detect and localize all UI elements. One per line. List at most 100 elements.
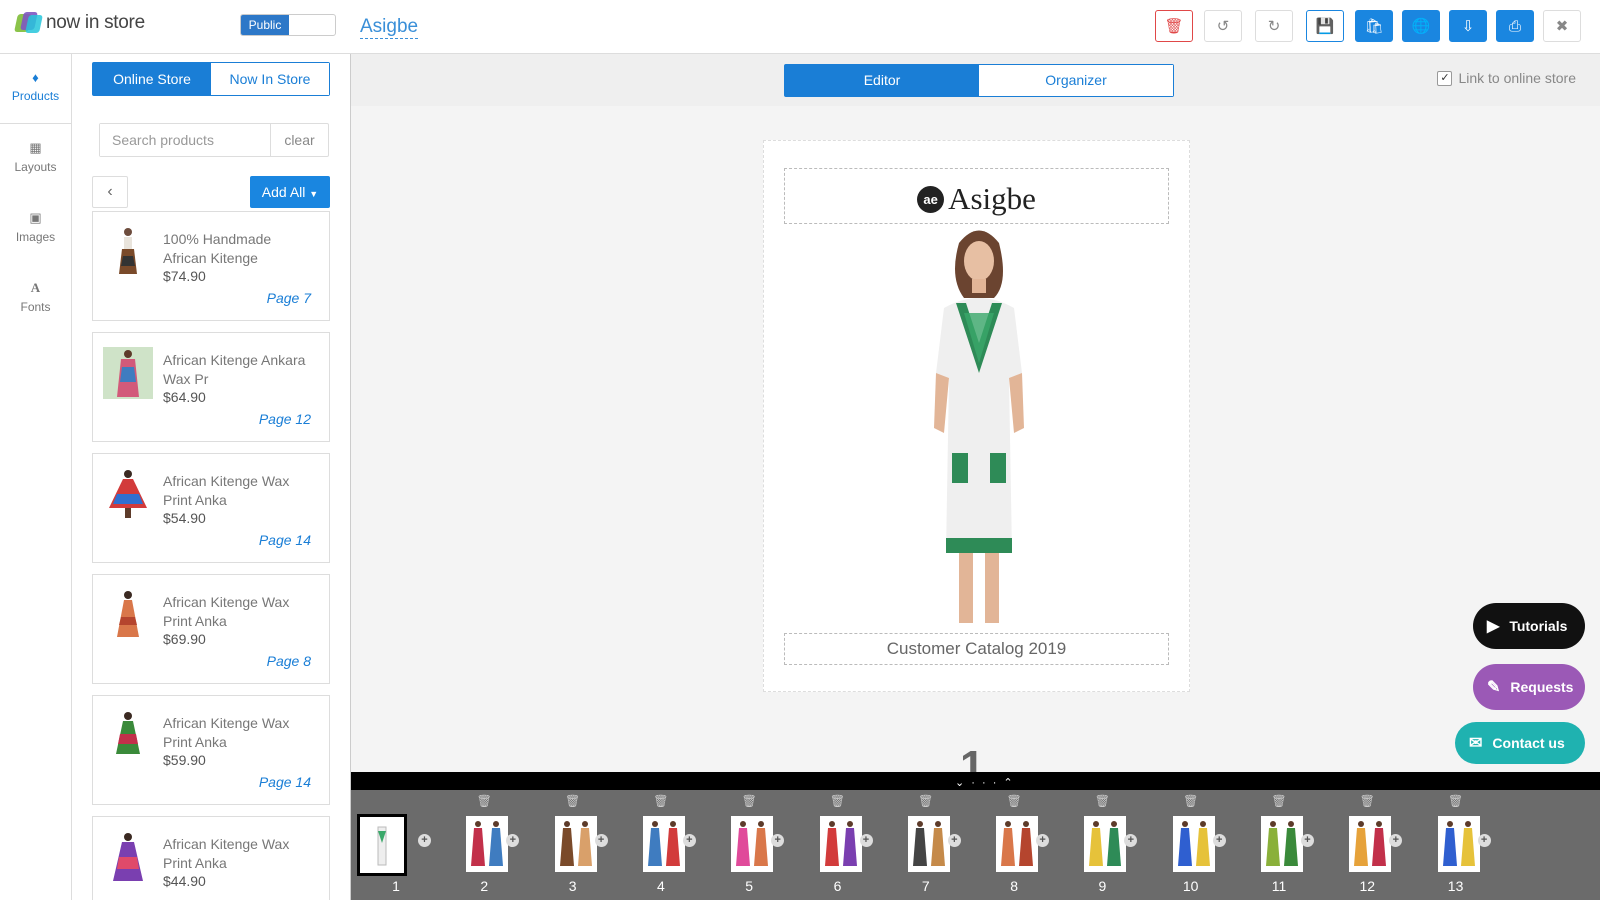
- back-button[interactable]: ‹: [92, 176, 128, 208]
- link-to-store-option[interactable]: ✓ Link to online store: [1437, 70, 1576, 86]
- page-thumbnail[interactable]: 🗑 +9: [1057, 790, 1147, 900]
- page-thumbnail[interactable]: 🗑 +8: [969, 790, 1059, 900]
- resize-handle-icon[interactable]: ⌄ · · · ⌃: [955, 776, 1015, 789]
- page-thumbnail[interactable]: 🗑 +5: [704, 790, 794, 900]
- search-input[interactable]: [100, 124, 270, 156]
- page-thumbnail[interactable]: 🗑 +13: [1411, 790, 1501, 900]
- document-title[interactable]: Asigbe: [360, 16, 419, 39]
- page-thumbnail-image[interactable]: [1437, 816, 1480, 872]
- product-page-link[interactable]: Page 14: [259, 774, 311, 790]
- add-page-icon[interactable]: +: [1212, 834, 1226, 847]
- tab-editor[interactable]: Editor: [785, 65, 979, 96]
- page-thumbnail-image[interactable]: [1172, 816, 1215, 872]
- add-page-icon[interactable]: +: [947, 834, 961, 847]
- close-button[interactable]: ✖: [1543, 10, 1581, 42]
- add-page-icon[interactable]: +: [506, 834, 520, 847]
- trash-icon[interactable]: 🗑: [1057, 794, 1147, 808]
- requests-button[interactable]: ✎ Requests: [1473, 664, 1585, 710]
- page-thumbnail-image[interactable]: [357, 814, 407, 876]
- tab-now-in-store[interactable]: Now In Store: [211, 63, 329, 95]
- page-thumbnail-image[interactable]: [642, 816, 685, 872]
- hero-model-image[interactable]: [904, 223, 1054, 623]
- trash-icon[interactable]: 🗑: [793, 794, 883, 808]
- product-page-link[interactable]: Page 12: [259, 411, 311, 427]
- add-page-icon[interactable]: +: [1301, 834, 1314, 847]
- add-page-icon[interactable]: +: [1389, 834, 1403, 847]
- editor-toolbar: Editor Organizer ✓ Link to online store: [351, 54, 1600, 106]
- add-page-icon[interactable]: +: [771, 834, 785, 847]
- add-page-icon[interactable]: +: [594, 834, 608, 847]
- page-thumbnail[interactable]: 🗑 +12: [1322, 790, 1412, 900]
- page-thumbnail[interactable]: 🗑 +3: [528, 790, 618, 900]
- rail-layouts[interactable]: ▦ Layouts: [0, 124, 71, 194]
- page-thumbnail-image[interactable]: [731, 816, 774, 872]
- page-thumbnail-image[interactable]: [819, 816, 862, 872]
- trash-icon[interactable]: 🗑: [616, 794, 706, 808]
- trash-icon[interactable]: 🗑: [439, 794, 529, 808]
- add-page-icon[interactable]: +: [1477, 834, 1491, 847]
- undo-button[interactable]: ↺: [1204, 10, 1242, 42]
- page-thumbnail[interactable]: 🗑 +6: [793, 790, 883, 900]
- page-thumbnail[interactable]: 🗑 +2: [439, 790, 529, 900]
- product-card[interactable]: 100% Handmade African Kitenge $74.90 Pag…: [92, 211, 330, 321]
- delete-button[interactable]: 🗑: [1155, 10, 1193, 42]
- tab-organizer[interactable]: Organizer: [979, 65, 1173, 96]
- page-thumbnail-image[interactable]: [1084, 816, 1127, 872]
- page-thumbnail[interactable]: 🗑 +11: [1234, 790, 1324, 900]
- trash-icon[interactable]: 🗑: [1322, 794, 1412, 808]
- tab-online-store[interactable]: Online Store: [93, 63, 211, 95]
- thumbnail-figures: [471, 821, 504, 866]
- product-page-link[interactable]: Page 8: [267, 653, 311, 669]
- trash-icon[interactable]: 🗑: [1411, 794, 1501, 808]
- link-store-checkbox[interactable]: ✓: [1437, 70, 1453, 86]
- page-thumbnail-image[interactable]: [554, 816, 597, 872]
- add-page-icon[interactable]: +: [859, 834, 873, 847]
- page-thumbnail[interactable]: +1: [351, 790, 441, 900]
- product-card[interactable]: African Kitenge Wax Print Anka $69.90 Pa…: [92, 574, 330, 684]
- product-card[interactable]: African Kitenge Wax Print Anka $54.90 Pa…: [92, 453, 330, 563]
- download-button[interactable]: ⇩: [1449, 10, 1487, 42]
- trash-icon[interactable]: 🗑: [969, 794, 1059, 808]
- publish-button[interactable]: 🌐: [1402, 10, 1440, 42]
- catalog-page[interactable]: ae Asigbe Customer Catalog 2019: [763, 140, 1190, 692]
- page-thumbnail-image[interactable]: [1349, 816, 1392, 872]
- public-toggle[interactable]: Public: [240, 14, 336, 36]
- product-page-link[interactable]: Page 14: [259, 532, 311, 548]
- clear-button[interactable]: clear: [270, 124, 328, 156]
- page-thumbnail-image[interactable]: [466, 816, 509, 872]
- trash-icon[interactable]: 🗑: [704, 794, 794, 808]
- product-page-link[interactable]: Page 7: [267, 290, 311, 306]
- rail-images[interactable]: ▣ Images: [0, 194, 71, 264]
- trash-icon[interactable]: 🗑: [528, 794, 618, 808]
- trash-icon[interactable]: 🗑: [1146, 794, 1236, 808]
- contact-us-button[interactable]: ✉ Contact us: [1455, 722, 1585, 764]
- save-button[interactable]: 💾: [1306, 10, 1344, 42]
- tutorials-button[interactable]: ▶ Tutorials: [1473, 603, 1585, 649]
- catalog-caption[interactable]: Customer Catalog 2019: [784, 633, 1169, 665]
- product-card[interactable]: African Kitenge Wax Print Anka $59.90 Pa…: [92, 695, 330, 805]
- app-logo[interactable]: now in store: [14, 12, 145, 34]
- page-thumbnail[interactable]: 🗑 +4: [616, 790, 706, 900]
- add-page-icon[interactable]: +: [418, 834, 431, 847]
- page-thumbnail-number: 12: [1359, 878, 1376, 894]
- shop-button[interactable]: 🛍: [1355, 10, 1393, 42]
- trash-icon[interactable]: 🗑: [881, 794, 971, 808]
- rail-fonts[interactable]: A Fonts: [0, 264, 71, 334]
- trash-icon[interactable]: 🗑: [1234, 794, 1324, 808]
- print-button[interactable]: ⎙: [1496, 10, 1534, 42]
- page-thumbnail-image[interactable]: [1261, 816, 1303, 872]
- add-page-icon[interactable]: +: [1124, 834, 1138, 847]
- brand-header-box[interactable]: ae Asigbe: [784, 168, 1169, 224]
- add-all-button[interactable]: Add All ▼: [250, 176, 330, 208]
- page-thumbnail[interactable]: 🗑 +10: [1146, 790, 1236, 900]
- brand-logo: ae Asigbe: [917, 181, 1036, 217]
- add-page-icon[interactable]: +: [682, 834, 696, 847]
- page-thumbnail-image[interactable]: [907, 816, 950, 872]
- redo-button[interactable]: ↻: [1255, 10, 1293, 42]
- page-thumbnail[interactable]: 🗑 +7: [881, 790, 971, 900]
- product-card[interactable]: African Kitenge Wax Print Anka $44.90: [92, 816, 330, 900]
- rail-products[interactable]: ♦ Products: [0, 54, 71, 124]
- product-card[interactable]: African Kitenge Ankara Wax Pr $64.90 Pag…: [92, 332, 330, 442]
- add-page-icon[interactable]: +: [1036, 834, 1050, 847]
- page-thumbnail-image[interactable]: [996, 816, 1039, 872]
